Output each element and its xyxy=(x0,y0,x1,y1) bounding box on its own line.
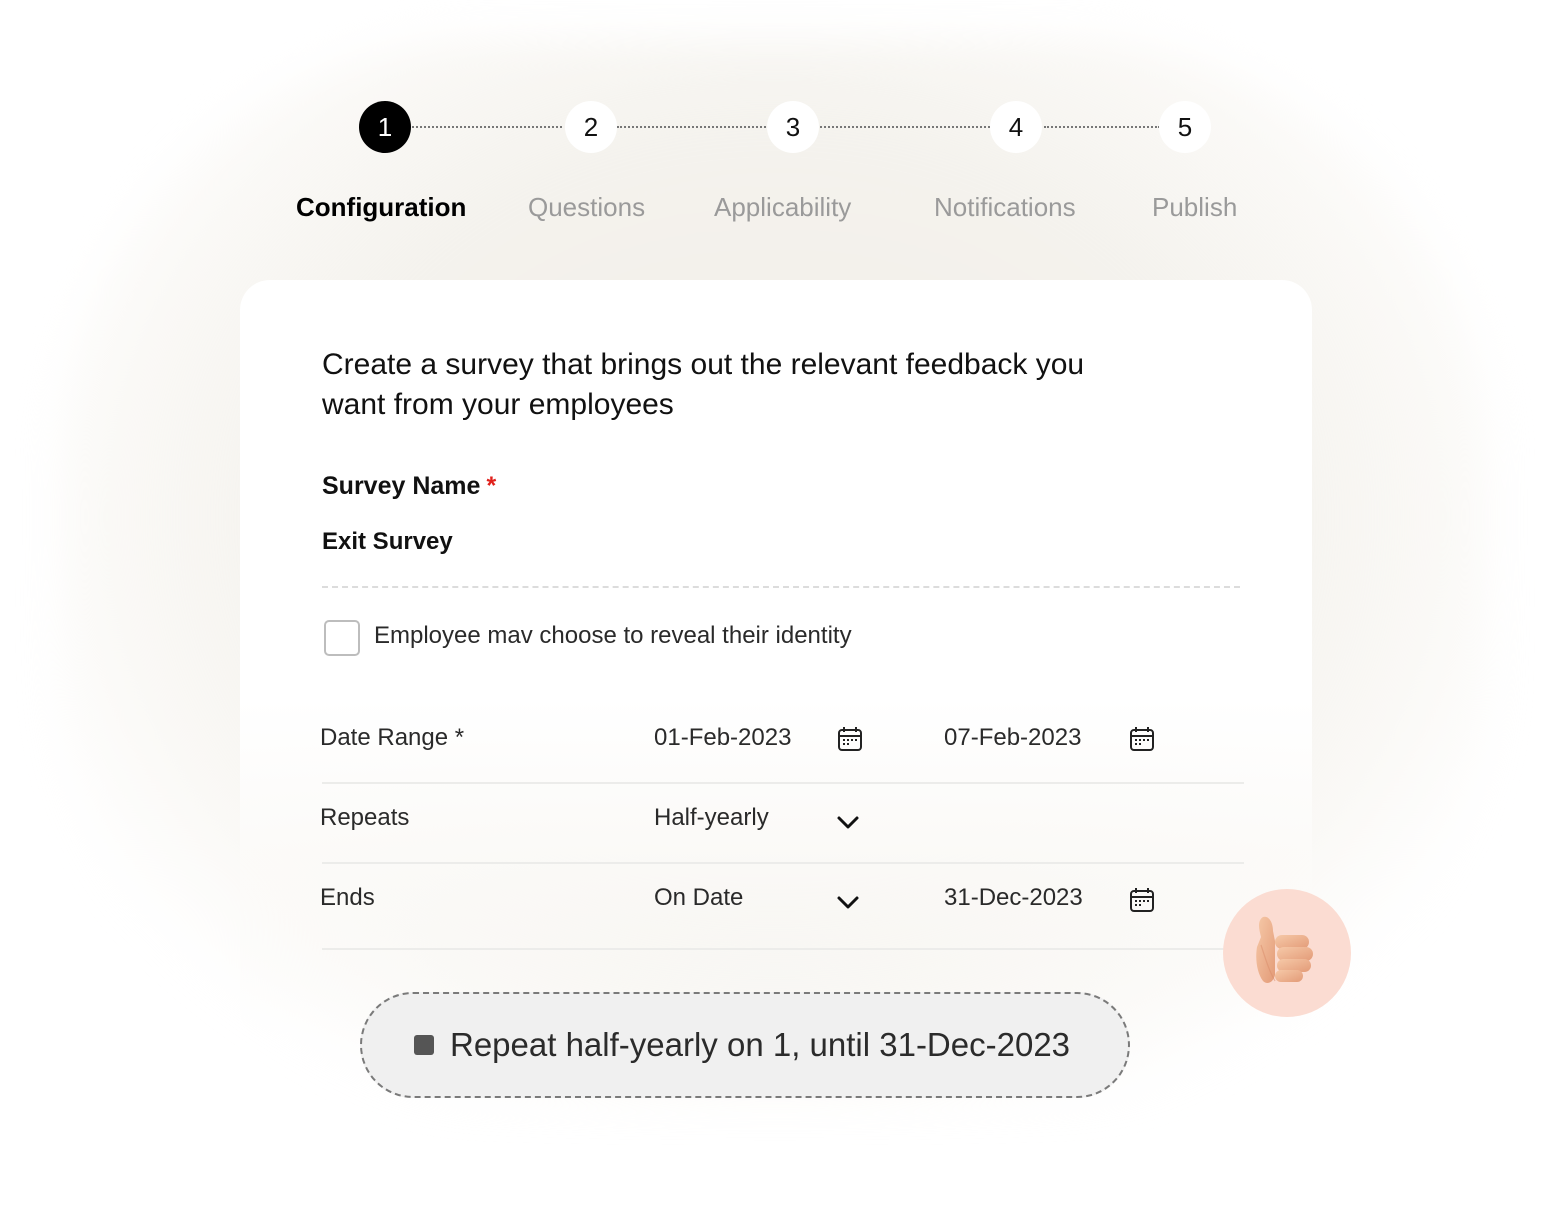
chevron-down-icon[interactable] xyxy=(834,888,862,916)
step-label-configuration[interactable]: Configuration xyxy=(296,192,466,223)
survey-name-label-text: Survey Name xyxy=(322,472,481,500)
end-on-date-field[interactable]: 31-Dec-2023 xyxy=(944,884,1083,912)
end-date-field[interactable]: 07-Feb-2023 xyxy=(944,724,1081,752)
recurrence-summary: Repeat half-yearly on 1, until 31-Dec-20… xyxy=(360,992,1130,1098)
step-connector xyxy=(617,126,769,128)
step-label-questions[interactable]: Questions xyxy=(528,192,645,223)
step-3-indicator[interactable]: 3 xyxy=(767,101,819,153)
step-1-indicator[interactable]: 1 xyxy=(359,101,411,153)
ends-select[interactable]: On Date xyxy=(654,884,743,912)
step-label-notifications[interactable]: Notifications xyxy=(934,192,1076,223)
calendar-icon[interactable] xyxy=(1128,886,1156,914)
thumbs-up-badge xyxy=(1223,889,1351,1017)
row-divider xyxy=(322,862,1244,864)
stepper: 1 2 3 4 5 Configuration Questions Applic… xyxy=(0,0,1552,260)
summary-text: Repeat half-yearly on 1, until 31-Dec-20… xyxy=(450,1026,1071,1063)
step-5-indicator[interactable]: 5 xyxy=(1159,101,1211,153)
chevron-down-icon[interactable] xyxy=(834,808,862,836)
survey-name-input[interactable] xyxy=(322,528,1240,588)
reveal-identity-checkbox[interactable] xyxy=(324,620,360,656)
calendar-icon[interactable] xyxy=(836,725,864,753)
step-label-publish[interactable]: Publish xyxy=(1152,192,1237,223)
step-connector xyxy=(1044,126,1160,128)
survey-name-label: Survey Name * xyxy=(322,472,496,501)
start-date-field[interactable]: 01-Feb-2023 xyxy=(654,724,791,752)
form-headline: Create a survey that brings out the rele… xyxy=(322,348,1085,421)
ends-label: Ends xyxy=(320,884,375,911)
row-divider xyxy=(322,948,1244,950)
repeats-select[interactable]: Half-yearly xyxy=(654,804,769,832)
date-range-label: Date Range * xyxy=(320,724,465,751)
summary-bullet-icon xyxy=(414,1035,434,1055)
step-label-applicability[interactable]: Applicability xyxy=(714,192,851,223)
step-connector xyxy=(820,126,990,128)
required-asterisk: * xyxy=(486,472,497,500)
reveal-identity-label[interactable]: Employee mav choose to reveal their iden… xyxy=(374,622,852,650)
step-4-indicator[interactable]: 4 xyxy=(990,101,1042,153)
step-2-indicator[interactable]: 2 xyxy=(565,101,617,153)
calendar-icon[interactable] xyxy=(1128,725,1156,753)
step-connector xyxy=(412,126,562,128)
thumbs-up-icon xyxy=(1256,916,1313,983)
repeats-label: Repeats xyxy=(320,804,410,831)
row-divider xyxy=(322,782,1244,784)
